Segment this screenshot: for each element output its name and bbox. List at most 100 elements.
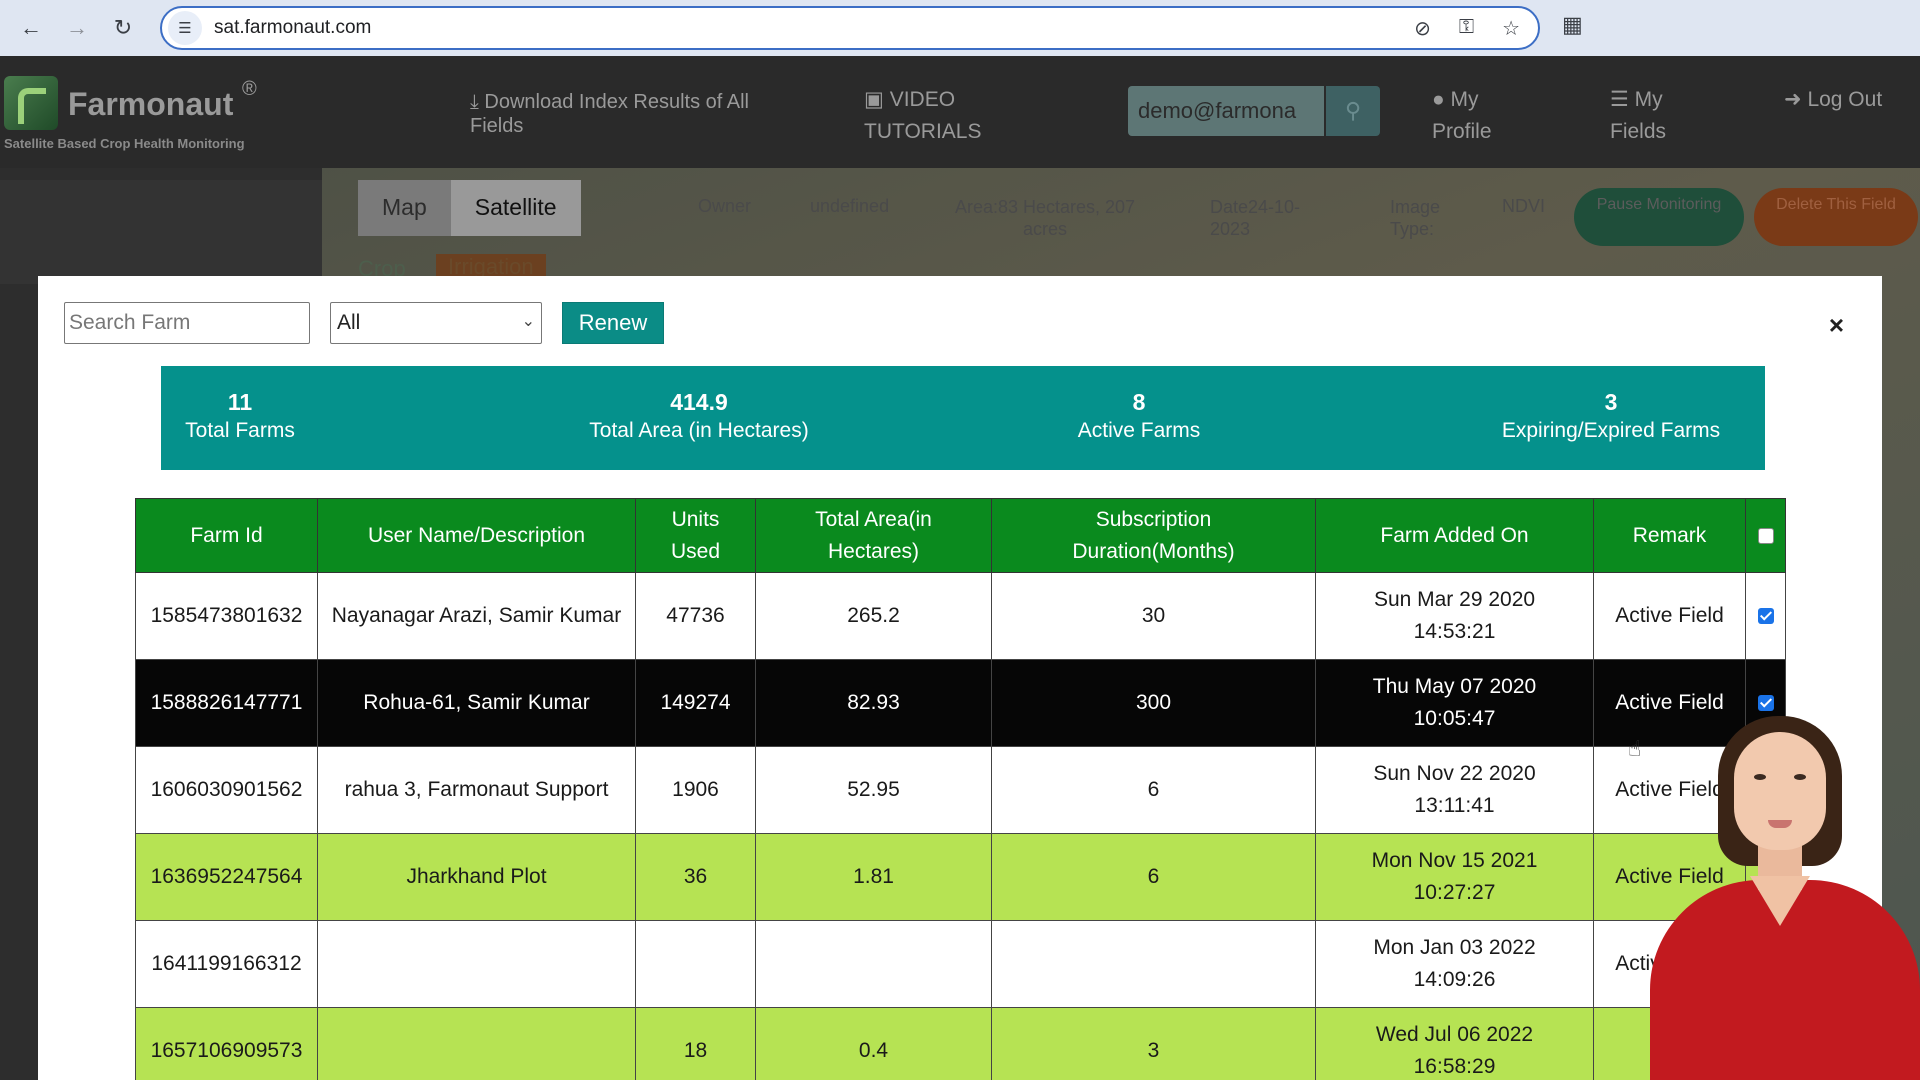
owner-label: Owner: [698, 196, 752, 216]
reload-icon[interactable]: ↻: [100, 5, 146, 51]
address-bar[interactable]: ☰ sat.farmonaut.com ⊘ ⚿ ☆: [160, 6, 1540, 50]
owner-value: undefined: [810, 196, 890, 216]
cell-duration: 300: [991, 659, 1316, 747]
password-key-icon[interactable]: ⚿: [1459, 16, 1474, 41]
cell-duration: 30: [991, 572, 1316, 660]
video-tutorials-link[interactable]: ▣ VIDEO TUTORIALS: [864, 84, 1014, 148]
table-row[interactable]: 1606030901562 rahua 3, Farmonaut Support 1…: [135, 746, 1786, 834]
col-farm-added-on[interactable]: Farm Added On: [1315, 498, 1594, 573]
delete-field-button[interactable]: Delete This Field: [1754, 188, 1918, 246]
stat-value: 3: [1604, 389, 1618, 415]
close-icon[interactable]: ×: [1829, 310, 1844, 341]
user-email-field[interactable]: demo@farmona: [1128, 86, 1324, 136]
logout-link[interactable]: ➜ Log Out: [1784, 84, 1884, 116]
cell-total-area: 265.2: [755, 572, 992, 660]
browser-toolbar: ← → ↻ ☰ sat.farmonaut.com ⊘ ⚿ ☆ ▦: [0, 0, 1920, 56]
site-settings-icon[interactable]: ☰: [168, 11, 202, 45]
stat-active-farms: 8 Active Farms: [1039, 388, 1239, 446]
table-row[interactable]: 1588826147771 Rohua-61, Samir Kumar 149274…: [135, 659, 1786, 747]
stat-value: 414.9: [670, 389, 728, 415]
table-row[interactable]: 1641199166312 Mon Jan 03 2022 14:09:26 Act…: [135, 920, 1786, 1008]
cell-added-on: Mon Nov 15 2021 10:27:27: [1315, 833, 1594, 921]
cell-added-on: Wed Jul 06 2022 16:58:29: [1315, 1007, 1594, 1080]
table-header-row: Farm Id User Name/Description Units Used…: [135, 498, 1786, 573]
search-icon[interactable]: ⚲: [1326, 86, 1380, 136]
search-farm-input[interactable]: [64, 302, 310, 344]
registered-mark: ®: [242, 78, 257, 100]
col-remark[interactable]: Remark: [1593, 498, 1746, 573]
col-subscription-duration[interactable]: Subscription Duration(Months): [991, 498, 1316, 573]
cell-units-used: 149274: [635, 659, 756, 747]
cell-user-name: [317, 1007, 636, 1080]
logout-icon: ➜: [1784, 88, 1808, 111]
cell-duration: 6: [991, 833, 1316, 921]
cell-user-name: Jharkhand Plot: [317, 833, 636, 921]
cell-user-name: rahua 3, Farmonaut Support: [317, 746, 636, 834]
tab-satellite[interactable]: Satellite: [450, 180, 581, 236]
logo-text[interactable]: Farmonaut: [68, 86, 233, 123]
my-profile-link[interactable]: ● My Profile: [1432, 84, 1532, 148]
select-all-checkbox[interactable]: [1757, 527, 1774, 544]
farms-modal: All ⌄ Renew × 11 Total Farms 414.9 Total…: [38, 276, 1882, 1080]
download-icon: ⤓: [470, 91, 485, 113]
cell-farm-id: 1606030901562: [135, 746, 318, 834]
cell-total-area: 52.95: [755, 746, 992, 834]
farms-table: Farm Id User Name/Description Units Used…: [135, 498, 1786, 1080]
cell-units-used: 36: [635, 833, 756, 921]
presenter-eye: [1754, 774, 1766, 780]
table-row[interactable]: 1657106909573 18 0.4 3 Wed Jul 06 2022 16:58…: [135, 1007, 1786, 1080]
back-arrow-icon[interactable]: ←: [8, 5, 54, 51]
user-icon: ●: [1432, 88, 1451, 111]
pause-monitoring-button[interactable]: Pause Monitoring: [1574, 188, 1744, 246]
sidebar-panel: [0, 180, 322, 284]
presenter-video-overlay: [1640, 716, 1920, 1080]
cell-farm-id: 1585473801632: [135, 572, 318, 660]
map-type-tabs: Map Satellite: [358, 180, 581, 236]
download-link-label: Download Index Results of All Fields: [470, 91, 749, 137]
cell-farm-id: 1636952247564: [135, 833, 318, 921]
tab-map[interactable]: Map: [358, 180, 451, 236]
col-user-name[interactable]: User Name/Description: [317, 498, 636, 573]
cell-duration: 6: [991, 746, 1316, 834]
stat-label: Total Area (in Hectares): [589, 419, 809, 442]
col-farm-id[interactable]: Farm Id: [135, 498, 318, 573]
stat-total-area: 414.9 Total Area (in Hectares): [559, 388, 839, 446]
stat-expiring-farms: 3 Expiring/Expired Farms: [1471, 388, 1751, 446]
farmonaut-logo-icon[interactable]: [4, 76, 58, 130]
col-total-area[interactable]: Total Area(in Hectares): [755, 498, 992, 573]
forward-arrow-icon[interactable]: →: [54, 5, 100, 51]
renew-button[interactable]: Renew: [562, 302, 664, 344]
row-checkbox-cell: [1745, 572, 1786, 660]
cell-farm-id: 1641199166312: [135, 920, 318, 1008]
cell-duration: 3: [991, 1007, 1316, 1080]
my-fields-link[interactable]: ☰ My Fields: [1610, 84, 1710, 148]
location-off-icon[interactable]: ⊘: [1414, 16, 1431, 41]
row-checkbox[interactable]: [1757, 608, 1774, 625]
cell-total-area: [755, 920, 992, 1008]
bookmark-star-icon[interactable]: ☆: [1502, 16, 1520, 41]
cell-added-on: Thu May 07 2020 10:05:47: [1315, 659, 1594, 747]
url-text[interactable]: sat.farmonaut.com: [214, 17, 371, 39]
date-info: Date24-10-2023: [1210, 197, 1301, 239]
video-camera-icon: ▣: [864, 88, 890, 111]
presenter-face: [1734, 732, 1826, 850]
layers-icon: ☰: [1610, 88, 1635, 111]
cell-user-name: Nayanagar Arazi, Samir Kumar: [317, 572, 636, 660]
download-index-results-link[interactable]: ⤓ Download Index Results of All Fields: [470, 90, 790, 138]
select-all-checkbox-cell: [1745, 498, 1786, 573]
cell-user-name: [317, 920, 636, 1008]
cell-units-used: 47736: [635, 572, 756, 660]
table-row[interactable]: 1636952247564 Jharkhand Plot 36 1.81 6 Mon No…: [135, 833, 1786, 921]
col-units-used[interactable]: Units Used: [635, 498, 756, 573]
index-name: NDVI: [1502, 196, 1546, 216]
stat-value: 8: [1132, 389, 1146, 415]
farm-stats-bar: 11 Total Farms 414.9 Total Area (in Hect…: [161, 366, 1765, 470]
stat-label: Expiring/Expired Farms: [1501, 419, 1721, 442]
table-row[interactable]: 1585473801632 Nayanagar Arazi, Samir Kuma…: [135, 572, 1786, 660]
cell-total-area: 1.81: [755, 833, 992, 921]
extensions-icon[interactable]: ▦: [1562, 12, 1583, 38]
row-checkbox[interactable]: [1757, 695, 1774, 712]
cell-units-used: [635, 920, 756, 1008]
cell-total-area: 0.4: [755, 1007, 992, 1080]
farm-filter-select[interactable]: All ⌄: [330, 302, 542, 344]
